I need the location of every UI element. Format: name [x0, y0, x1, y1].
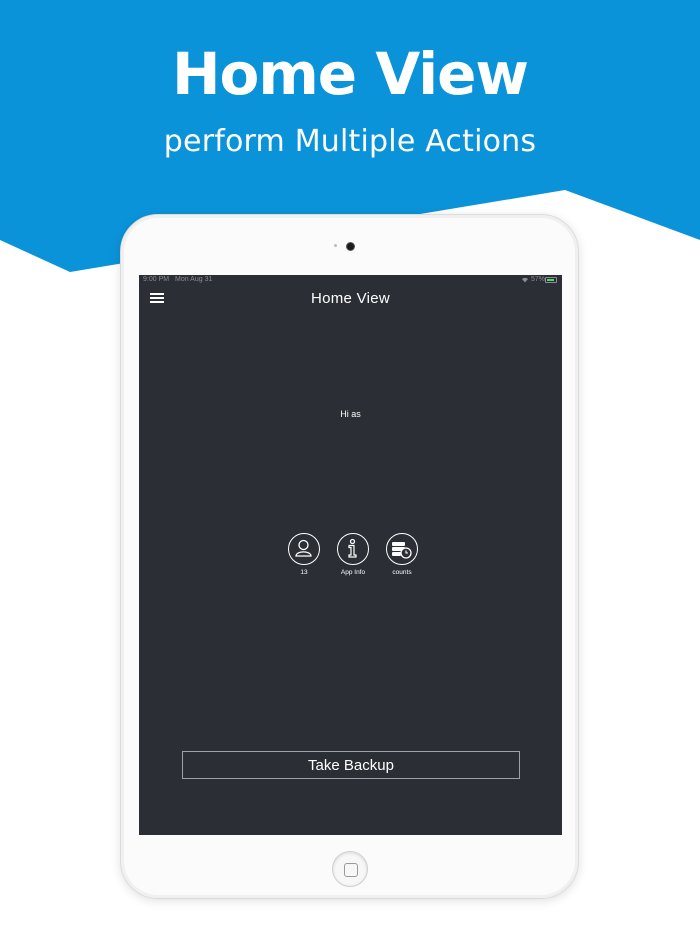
greeting-text: Hi as	[340, 409, 361, 419]
user-icon	[288, 533, 320, 565]
battery-icon	[545, 277, 557, 283]
battery-percentage: 57%	[531, 276, 546, 283]
action-icons-row: 13 App Info counts	[279, 533, 427, 579]
status-bar: 9:00 PM Mon Aug 31 57%	[139, 275, 562, 287]
nav-title: Home View	[310, 290, 391, 307]
hamburger-menu-icon[interactable]	[150, 293, 164, 303]
user-count-label: 13	[300, 569, 308, 576]
app-info-label: App Info	[340, 569, 366, 576]
database-clock-icon	[386, 533, 418, 565]
app-info-action[interactable]: App Info	[328, 533, 378, 576]
proximity-sensor	[334, 244, 337, 247]
wifi-icon	[521, 276, 529, 285]
status-time: 9:00 PM	[143, 276, 170, 283]
info-icon	[337, 533, 369, 565]
status-date: Mon Aug 31	[175, 276, 213, 283]
promo-headline: Home View	[171, 40, 529, 108]
front-camera	[346, 242, 355, 251]
counts-label: counts	[392, 569, 412, 576]
counts-action[interactable]: counts	[377, 533, 427, 576]
device-home-button[interactable]	[332, 851, 368, 887]
app-screen: 9:00 PM Mon Aug 31 57% Home View Hi as 1…	[139, 275, 562, 835]
promo-subheadline: perform Multiple Actions	[163, 124, 537, 159]
navigation-bar: Home View	[139, 287, 562, 309]
take-backup-button[interactable]: Take Backup	[182, 751, 520, 779]
tablet-device: 9:00 PM Mon Aug 31 57% Home View Hi as 1…	[120, 214, 579, 899]
user-count-action[interactable]: 13	[279, 533, 329, 576]
